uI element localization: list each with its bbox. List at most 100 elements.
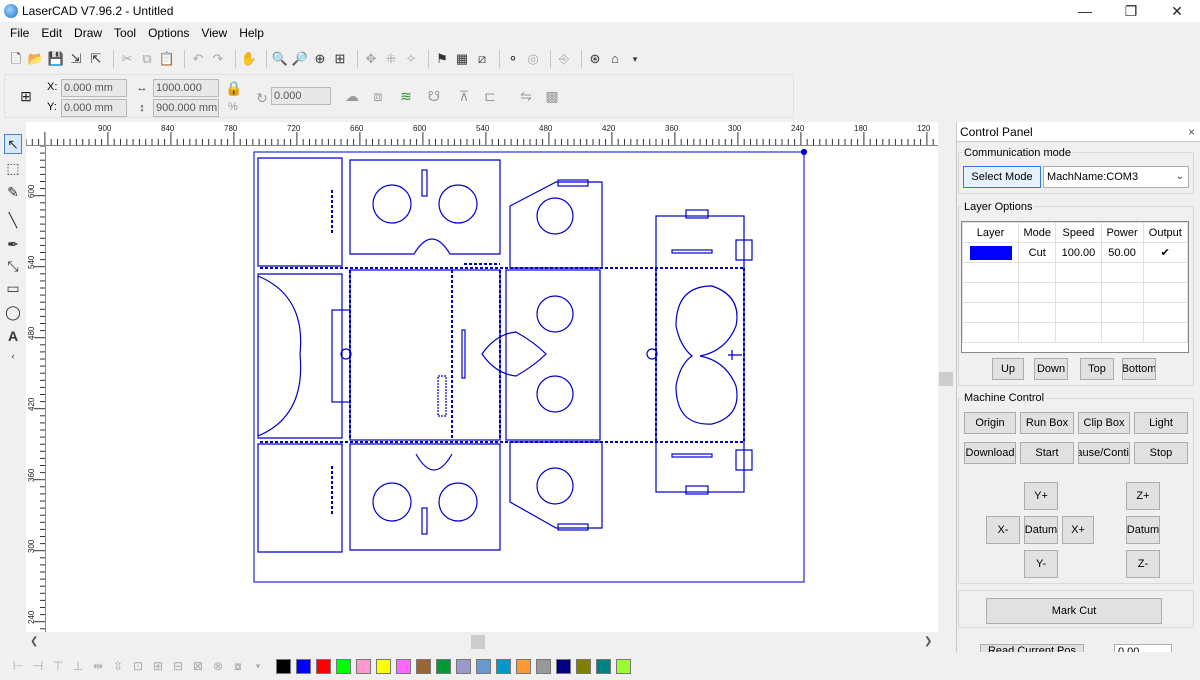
zoom-page-icon[interactable]: ⊞ [332, 51, 348, 67]
import-icon[interactable]: ⇲ [68, 51, 84, 67]
table-row[interactable]: Cut 100.00 50.00 ✔ [961, 242, 1189, 263]
color-swatch-18[interactable] [616, 658, 631, 674]
node-select-icon[interactable]: ⬚ [4, 158, 22, 178]
color-swatch-5[interactable] [356, 658, 371, 674]
cloud-icon[interactable]: ☁ [343, 87, 361, 105]
width-input[interactable]: 1000.000 mm [153, 79, 219, 110]
layer-down-button[interactable]: Down [1034, 358, 1068, 380]
height-input[interactable]: 900.000 mm [153, 99, 219, 117]
menu-tool[interactable]: Tool [114, 26, 136, 40]
align-hcenter-icon[interactable]: ⇹ [90, 658, 106, 674]
same-height-icon[interactable]: ⊗ [210, 658, 226, 674]
align-center-icon[interactable]: ⊡ [130, 658, 146, 674]
bitmap-icon[interactable]: ▩ [543, 87, 561, 105]
layer-top-button[interactable]: Top [1080, 358, 1114, 380]
layer-speed-cell[interactable]: 100.00 [1055, 242, 1102, 263]
horizontal-scroll-thumb[interactable] [471, 635, 485, 649]
lock-ratio-icon[interactable]: 🔒 [225, 79, 243, 97]
layer-mode-cell[interactable]: Cut [1018, 242, 1057, 263]
group-icon[interactable]: ⧈ [369, 87, 387, 105]
align-left-icon[interactable]: ⊢ [10, 658, 26, 674]
text-tool-icon[interactable]: A [4, 326, 22, 346]
layer-stack-icon[interactable]: ≋ [397, 87, 415, 105]
color-swatch-10[interactable] [456, 658, 471, 674]
color-swatch-9[interactable] [436, 658, 451, 674]
undo-icon[interactable]: ↶ [190, 51, 206, 67]
jog-datum-button[interactable]: Datum [1024, 516, 1058, 544]
pen-tool-icon[interactable]: ✒ [4, 234, 22, 254]
bezier-tool-icon[interactable]: ✎ [4, 182, 22, 202]
menu-edit[interactable]: Edit [41, 26, 62, 40]
layer-color-cell[interactable] [961, 242, 1020, 263]
paste-icon[interactable]: 📋 [159, 51, 175, 67]
select-mode-button[interactable]: Select Mode [963, 166, 1041, 188]
scroll-left-icon[interactable]: ❮ [30, 636, 38, 647]
zoom-out-icon[interactable]: 🔎 [292, 51, 308, 67]
horizontal-scrollbar[interactable]: ❮ ❯ [26, 634, 954, 650]
jog-z-minus-button[interactable]: Z- [1126, 550, 1160, 578]
open-file-icon[interactable]: 📂 [28, 51, 44, 67]
layer-up-button[interactable]: Up [992, 358, 1024, 380]
jog-y-plus-button[interactable]: Y+ [1024, 482, 1058, 510]
distribute-h-icon[interactable]: ⊞ [150, 658, 166, 674]
cut-order-icon[interactable]: ⚬ [505, 51, 521, 67]
set-origin-icon[interactable]: ◎ [525, 51, 541, 67]
cut-icon[interactable]: ✂ [119, 51, 135, 67]
same-width-icon[interactable]: ⊠ [190, 658, 206, 674]
anchor-grid-icon[interactable]: ⊞ [17, 87, 35, 105]
align-top-icon[interactable]: ⊼ [455, 87, 473, 105]
jog-y-minus-button[interactable]: Y- [1024, 550, 1058, 578]
color-swatch-4[interactable] [336, 658, 351, 674]
pan-hand-icon[interactable]: ✋ [241, 51, 257, 67]
minimize-button[interactable]: — [1062, 0, 1108, 22]
color-swatch-3[interactable] [316, 658, 331, 674]
align-vcenter-icon[interactable]: ⇳ [110, 658, 126, 674]
more-align-icon[interactable]: ▾ [250, 658, 266, 674]
node-edit-icon[interactable]: ✥ [363, 51, 379, 67]
y-position-input[interactable]: 0.000 mm [61, 99, 127, 117]
clip-box-button[interactable]: Clip Box [1078, 412, 1130, 434]
zoom-fit-icon[interactable]: ⊕ [312, 51, 328, 67]
color-swatch-12[interactable] [496, 658, 511, 674]
ellipse-tool-icon[interactable]: ◯ [4, 302, 22, 322]
menu-view[interactable]: View [201, 26, 227, 40]
start-button[interactable]: Start [1020, 442, 1074, 464]
vertical-scroll-thumb[interactable] [939, 372, 953, 386]
color-swatch-15[interactable] [556, 658, 571, 674]
jog-x-minus-button[interactable]: X- [986, 516, 1020, 544]
origin-button[interactable]: Origin [964, 412, 1016, 434]
new-file-icon[interactable]: 🗋 [8, 51, 24, 67]
mirror-icon[interactable]: ⇋ [517, 87, 535, 105]
shape-icon[interactable]: ☋ [425, 87, 443, 105]
menu-help[interactable]: Help [239, 26, 264, 40]
laser-path-icon[interactable]: ⚑ [434, 51, 450, 67]
rotate-icon[interactable]: ↻ [253, 89, 271, 107]
color-swatch-6[interactable] [376, 658, 391, 674]
offset-icon[interactable]: ⧄ [474, 51, 490, 67]
color-swatch-2[interactable] [296, 658, 311, 674]
machine-select[interactable]: MachName:COM3 ⌄ [1043, 166, 1189, 188]
maximize-button[interactable]: ❐ [1108, 0, 1154, 22]
rectangle-tool-icon[interactable]: ▭ [4, 278, 22, 298]
toolbar-more-icon[interactable]: ▾ [627, 51, 643, 67]
color-swatch-7[interactable] [396, 658, 411, 674]
vertical-scrollbar[interactable] [938, 122, 954, 634]
copy-icon[interactable]: ⧉ [139, 51, 155, 67]
zoom-in-icon[interactable]: 🔍 [272, 51, 288, 67]
run-box-button[interactable]: Run Box [1020, 412, 1074, 434]
align-top-icon[interactable]: ⊤ [50, 658, 66, 674]
x-position-input[interactable]: 0.000 mm [61, 79, 127, 97]
read-current-pos-button[interactable]: Read Current Pos [980, 644, 1084, 652]
scroll-right-icon[interactable]: ❯ [924, 636, 932, 647]
rotate-input[interactable]: 0.000 [271, 87, 331, 105]
distribute-v-icon[interactable]: ⊟ [170, 658, 186, 674]
drawing-canvas[interactable] [46, 146, 938, 632]
layer-output-checkbox[interactable]: ✔ [1142, 242, 1189, 263]
menu-draw[interactable]: Draw [74, 26, 102, 40]
color-swatch-14[interactable] [536, 658, 551, 674]
pause-continue-button[interactable]: Pause/Continue [1078, 442, 1130, 464]
close-button[interactable]: ✕ [1154, 0, 1200, 22]
join-icon[interactable]: ⁜ [383, 51, 399, 67]
polyline-tool-icon[interactable]: ⤡ [4, 256, 22, 276]
export-icon[interactable]: ⇱ [88, 51, 104, 67]
